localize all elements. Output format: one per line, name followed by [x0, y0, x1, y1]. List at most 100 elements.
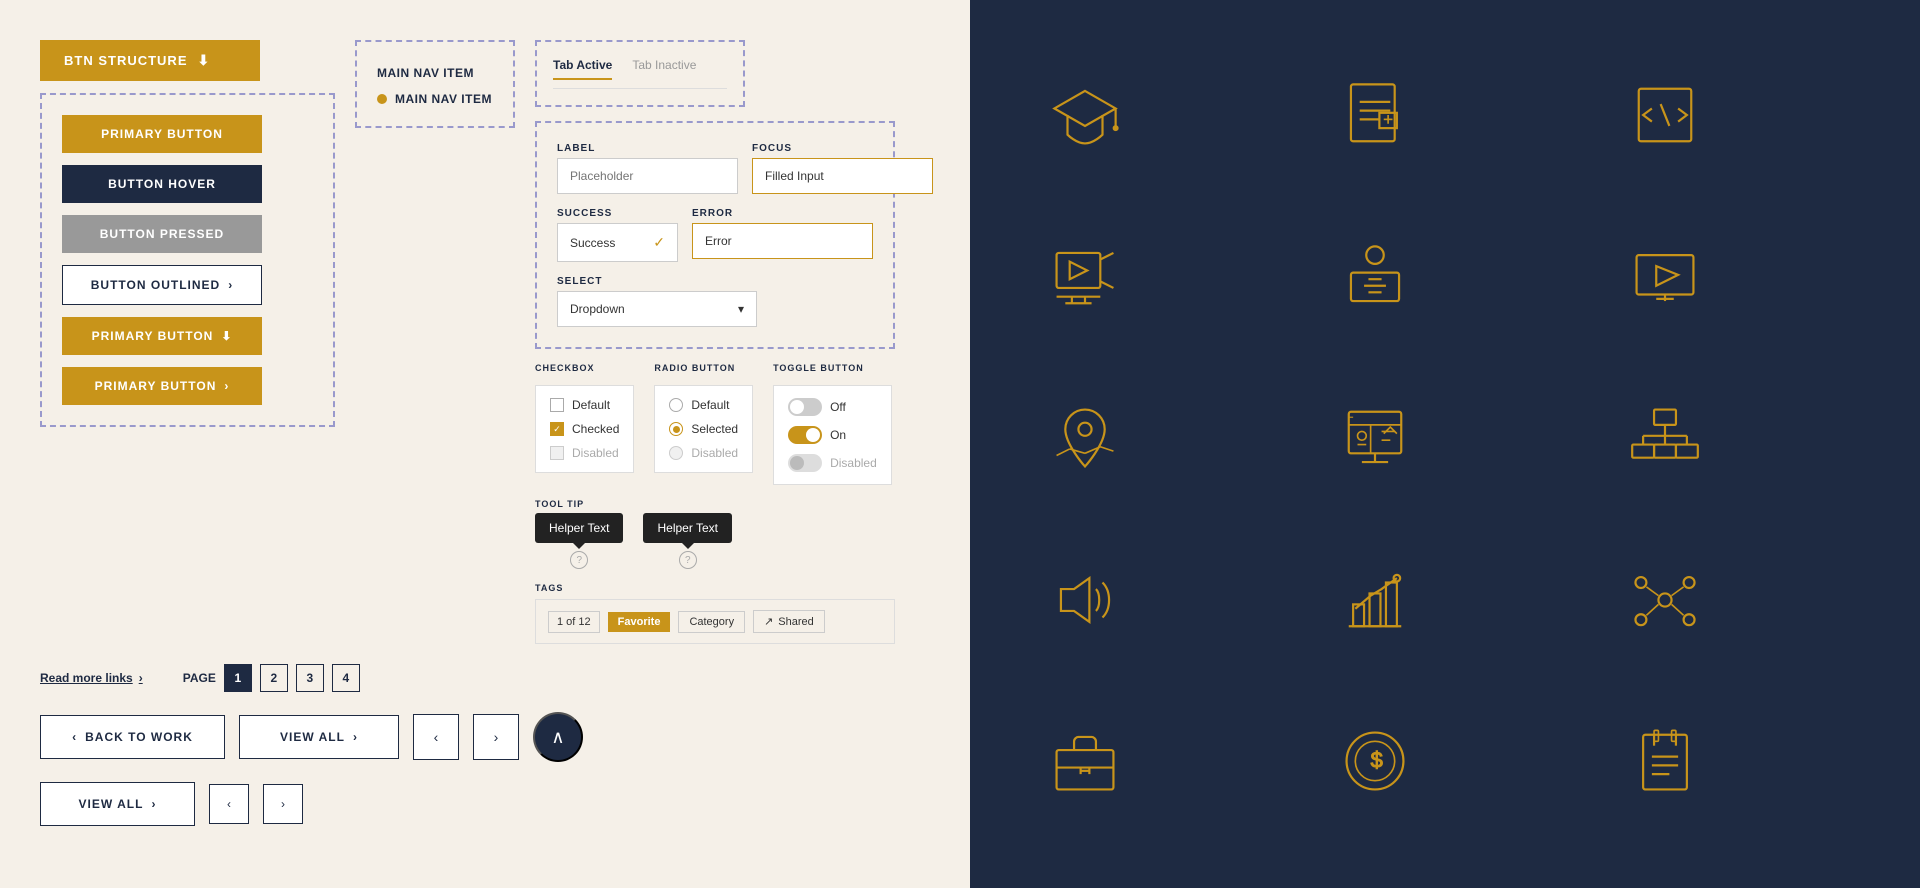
graduation-cap-icon	[1050, 80, 1120, 150]
success-label: SUCCESS	[557, 208, 678, 219]
video-screen-icon	[1630, 242, 1700, 312]
error-label: ERROR	[692, 208, 873, 219]
radio-disabled-item: Disabled	[669, 446, 738, 460]
tooltip-trigger-2[interactable]: ?	[679, 551, 697, 569]
tag-category[interactable]: Category	[678, 611, 745, 633]
focus-label: FOCUS	[752, 143, 933, 154]
checkbox-group: CHECKBOX Default ✓ Checked Disabled	[535, 363, 634, 485]
right-panel: $	[970, 0, 1920, 888]
tags-label-text: TAGS	[535, 583, 895, 593]
radio-selected-input[interactable]	[669, 422, 683, 436]
bar-chart-icon	[1340, 565, 1410, 635]
checkbox-checked-item[interactable]: ✓ Checked	[550, 422, 619, 436]
form-section: LABEL FOCUS SUCCESS Success ✓	[535, 121, 895, 349]
arrow-right-icon-sm: ›	[139, 671, 143, 685]
form-row-2: SUCCESS Success ✓ ERROR	[557, 208, 873, 262]
view-all-button-2[interactable]: VIEW ALL ›	[40, 782, 195, 826]
next-arrow-button[interactable]: ›	[473, 714, 519, 760]
tooltip-1: Helper Text ?	[535, 513, 623, 569]
page-1[interactable]: 1	[224, 664, 252, 692]
radio-label: RADIO BUTTON	[654, 363, 753, 373]
arrow-right-icon: ›	[224, 379, 229, 393]
tooltip-label-text: TOOL TIP	[535, 499, 895, 509]
pagination-row: Read more links › PAGE 1 2 3 4	[40, 664, 930, 692]
icon-cell-video-play	[1010, 202, 1160, 352]
money-coin-icon: $	[1340, 726, 1410, 796]
icon-cell-audio	[1010, 525, 1160, 675]
tab-active[interactable]: Tab Active	[553, 58, 612, 80]
primary-arrow-button[interactable]: PRIMARY BUTTON ›	[62, 367, 262, 405]
label-group: LABEL	[557, 143, 738, 194]
checkbox-default-input[interactable]	[550, 398, 564, 412]
toggle-disabled-item: Disabled	[788, 454, 877, 472]
location-map-icon	[1050, 403, 1120, 473]
success-group: SUCCESS Success ✓	[557, 208, 678, 262]
outlined-button[interactable]: BUTTON OUTLINED ›	[62, 265, 262, 305]
radio-default-item[interactable]: Default	[669, 398, 738, 412]
icon-cell-chart	[1300, 525, 1450, 675]
toggle-off-item[interactable]: Off	[788, 398, 877, 416]
read-more-link[interactable]: Read more links ›	[40, 671, 143, 685]
checkbox-label: CHECKBOX	[535, 363, 634, 373]
prev-arrow-sm-button[interactable]: ‹	[209, 784, 249, 824]
page-2[interactable]: 2	[260, 664, 288, 692]
briefcase-icon	[1050, 726, 1120, 796]
tag-shared[interactable]: ↗ Shared	[753, 610, 825, 633]
org-hierarchy-icon	[1630, 403, 1700, 473]
checkbox-checked-input[interactable]: ✓	[550, 422, 564, 436]
nav-buttons-row-1: ‹ BACK TO WORK VIEW ALL › ‹ › ∧	[40, 712, 930, 762]
prev-arrow-button[interactable]: ‹	[413, 714, 459, 760]
toggle-label: TOGGLE BUTTON	[773, 363, 892, 373]
checkbox-disabled-item: Disabled	[550, 446, 619, 460]
right-components: Tab Active Tab Inactive LABEL FOCUS	[535, 40, 895, 644]
tab-bar: Tab Active Tab Inactive	[553, 58, 727, 89]
select-label: SELECT	[557, 276, 873, 287]
icon-cell-strategy	[1300, 363, 1450, 513]
primary-icon-button[interactable]: PRIMARY BUTTON ⬇	[62, 317, 262, 355]
arrow-up-icon: ∧	[551, 727, 564, 748]
checkbox-default-item[interactable]: Default	[550, 398, 619, 412]
select-dropdown[interactable]: Dropdown ▾	[557, 291, 757, 327]
primary-button[interactable]: PRIMARY BUTTON	[62, 115, 262, 153]
btn-structure-label: BTN STRUCTURE	[64, 53, 188, 68]
select-section: SELECT Dropdown ▾	[557, 276, 873, 327]
page-3[interactable]: 3	[296, 664, 324, 692]
page-4[interactable]: 4	[332, 664, 360, 692]
arrow-right-icon-btn2: ›	[151, 797, 156, 811]
toggle-on-item[interactable]: On	[788, 426, 877, 444]
radio-default-input[interactable]	[669, 398, 683, 412]
toggle-on-input[interactable]	[788, 426, 822, 444]
icon-cell-hierarchy	[1590, 363, 1740, 513]
tag-favorite[interactable]: Favorite	[608, 612, 671, 632]
document-text-icon	[1340, 80, 1410, 150]
error-input[interactable]	[692, 223, 873, 259]
next-arrow-sm-button[interactable]: ›	[263, 784, 303, 824]
nav-item-1[interactable]: MAIN NAV ITEM	[377, 62, 493, 84]
chevron-right-icon: ›	[494, 729, 499, 745]
radio-group: RADIO BUTTON Default Selected	[654, 363, 753, 485]
view-all-button-1[interactable]: VIEW ALL ›	[239, 715, 399, 759]
scroll-up-button[interactable]: ∧	[533, 712, 583, 762]
hover-button[interactable]: BUTTON HOVER	[62, 165, 262, 203]
nav-items-box: MAIN NAV ITEM MAIN NAV ITEM	[355, 40, 515, 128]
focus-input[interactable]	[752, 158, 933, 194]
toggle-off-input[interactable]	[788, 398, 822, 416]
pressed-button[interactable]: BUTTON PRESSED	[62, 215, 262, 253]
icon-cell-presenter	[1300, 202, 1450, 352]
label-input[interactable]	[557, 158, 738, 194]
network-nodes-icon	[1630, 565, 1700, 635]
back-to-work-button[interactable]: ‹ BACK TO WORK	[40, 715, 225, 759]
radio-selected-item[interactable]: Selected	[669, 422, 738, 436]
icon-cell-money: $	[1300, 686, 1450, 836]
tooltip-trigger-1[interactable]: ?	[570, 551, 588, 569]
icon-cell-notepad	[1590, 686, 1740, 836]
controls-row: CHECKBOX Default ✓ Checked Disabled	[535, 363, 895, 485]
checkbox-box: Default ✓ Checked Disabled	[535, 385, 634, 473]
radio-disabled-input	[669, 446, 683, 460]
nav-item-2[interactable]: MAIN NAV ITEM	[377, 92, 493, 106]
icon-cell-location-map	[1010, 363, 1160, 513]
btn-structure-button[interactable]: BTN STRUCTURE ⬇	[40, 40, 260, 81]
tab-inactive[interactable]: Tab Inactive	[632, 58, 696, 80]
success-input[interactable]: Success ✓	[557, 223, 678, 262]
radio-box: Default Selected Disabled	[654, 385, 753, 473]
